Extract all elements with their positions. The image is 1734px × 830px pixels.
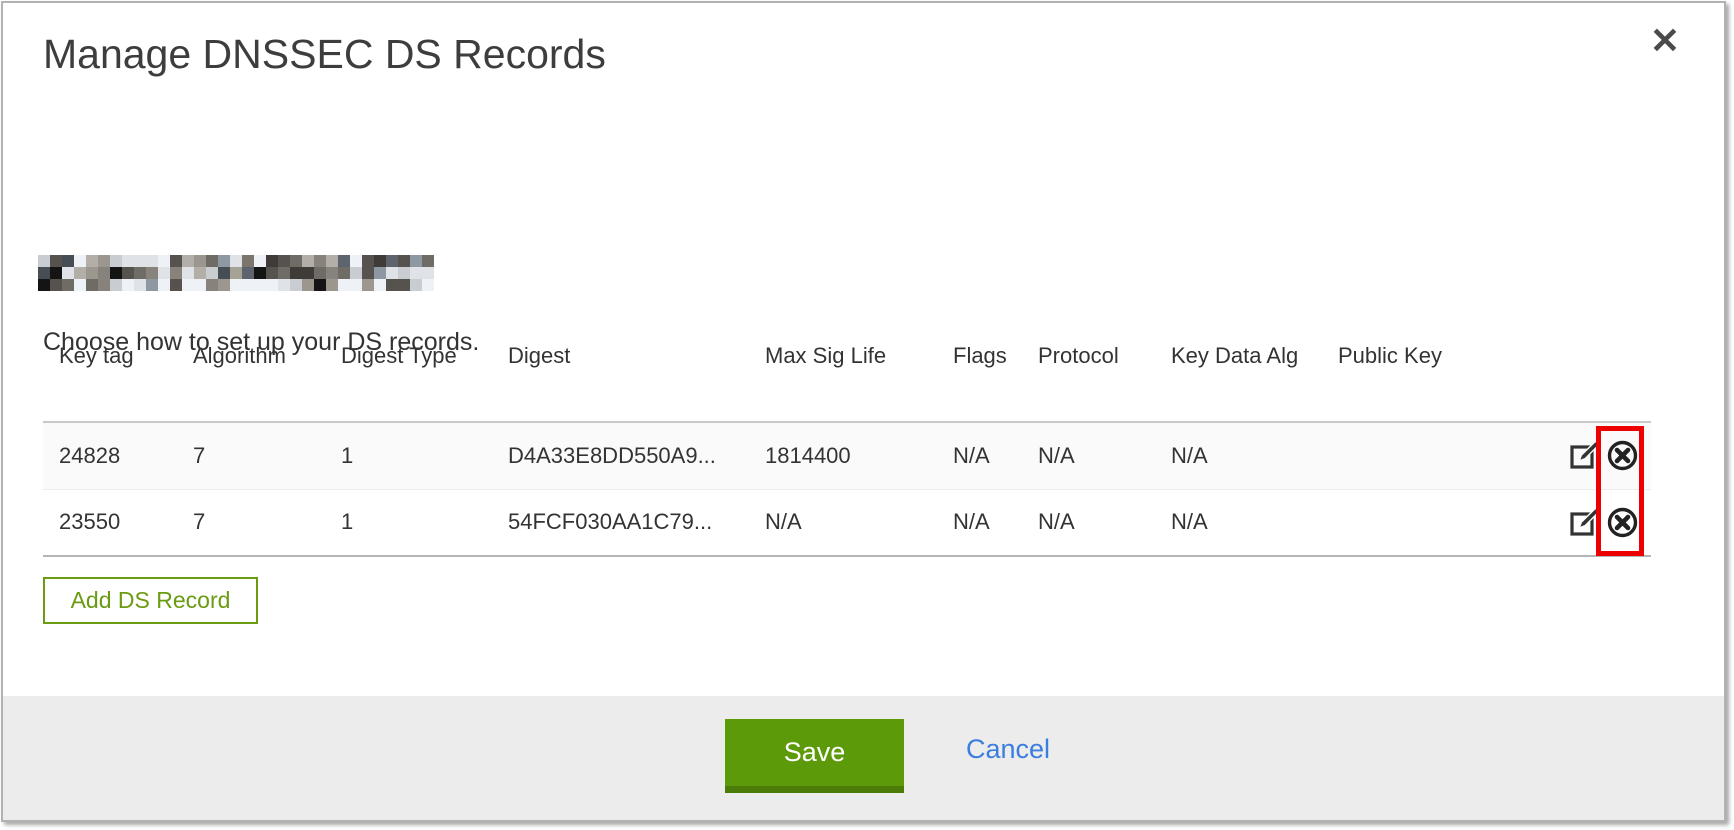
col-header-key-data-alg: Key Data Alg: [1171, 337, 1338, 422]
cell-key-tag: 23550: [43, 489, 193, 556]
table-row: 24828 7 1 D4A33E8DD550A9... 1814400 N/A …: [43, 422, 1651, 489]
cell-public-key: [1338, 489, 1523, 556]
cell-max-sig-life: 1814400: [765, 422, 953, 489]
cell-digest-type: 1: [341, 489, 508, 556]
cell-protocol: N/A: [1038, 489, 1171, 556]
cell-digest-type: 1: [341, 422, 508, 489]
col-header-protocol: Protocol: [1038, 337, 1171, 422]
col-header-public-key: Public Key: [1338, 337, 1523, 422]
col-header-key-tag: Key tag: [43, 337, 193, 422]
col-header-flags: Flags: [953, 337, 1038, 422]
cell-flags: N/A: [953, 489, 1038, 556]
cancel-link[interactable]: Cancel: [966, 734, 1050, 765]
page-title: Manage DNSSEC DS Records: [43, 31, 606, 78]
col-header-actions: [1523, 337, 1651, 422]
cell-key-data-alg: N/A: [1171, 489, 1338, 556]
col-header-digest: Digest: [508, 337, 765, 422]
redacted-domain: [38, 255, 434, 291]
delete-record-icon[interactable]: [1606, 439, 1639, 472]
table-row: 23550 7 1 54FCF030AA1C79... N/A N/A N/A …: [43, 489, 1651, 556]
save-button[interactable]: Save: [725, 719, 904, 793]
cell-max-sig-life: N/A: [765, 489, 953, 556]
col-header-max-sig-life: Max Sig Life: [765, 337, 953, 422]
dialog-footer: Save Cancel: [3, 696, 1724, 820]
cell-protocol: N/A: [1038, 422, 1171, 489]
edit-record-icon[interactable]: [1568, 439, 1601, 472]
cell-flags: N/A: [953, 422, 1038, 489]
row-actions: [1523, 422, 1651, 489]
cell-public-key: [1338, 422, 1523, 489]
table-header-row: Key tag Algorithm Digest Type Digest Max…: [43, 337, 1651, 422]
cell-key-data-alg: N/A: [1171, 422, 1338, 489]
col-header-algorithm: Algorithm: [193, 337, 341, 422]
edit-record-icon[interactable]: [1568, 506, 1601, 539]
cell-key-tag: 24828: [43, 422, 193, 489]
row-actions: [1523, 489, 1651, 556]
cell-algorithm: 7: [193, 489, 341, 556]
manage-dnssec-dialog: Manage DNSSEC DS Records ✕ Choose how to…: [1, 1, 1726, 822]
cell-digest: 54FCF030AA1C79...: [508, 489, 765, 556]
col-header-digest-type: Digest Type: [341, 337, 508, 422]
cell-algorithm: 7: [193, 422, 341, 489]
cell-digest: D4A33E8DD550A9...: [508, 422, 765, 489]
ds-records-table: Key tag Algorithm Digest Type Digest Max…: [43, 337, 1651, 557]
close-icon[interactable]: ✕: [1650, 23, 1680, 59]
add-ds-record-button[interactable]: Add DS Record: [43, 577, 258, 624]
delete-record-icon[interactable]: [1606, 506, 1639, 539]
